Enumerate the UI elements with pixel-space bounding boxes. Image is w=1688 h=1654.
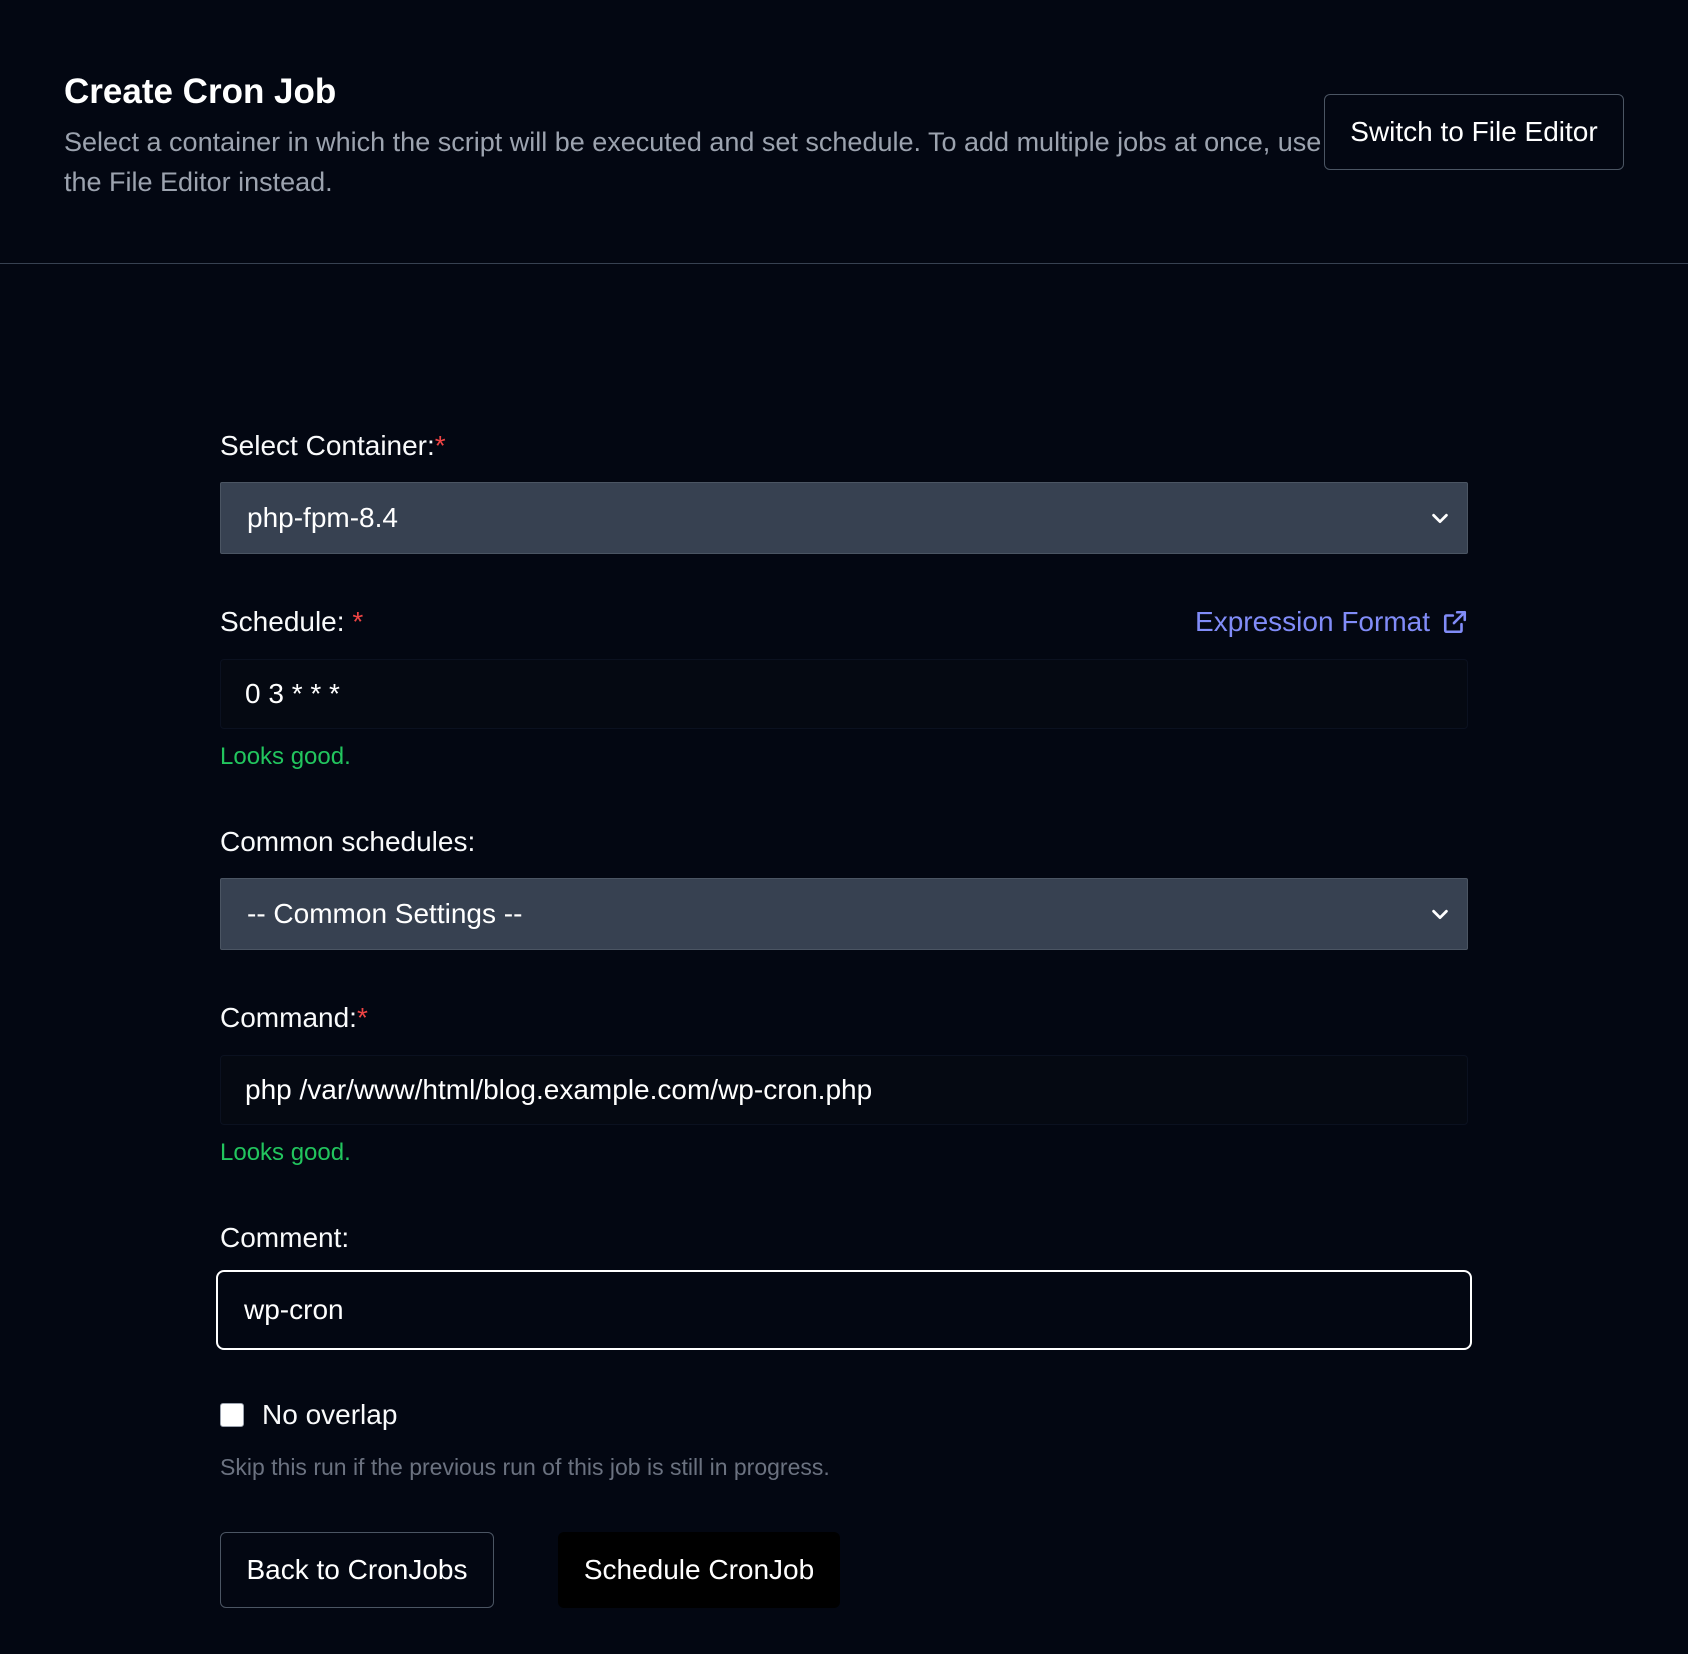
required-mark: *	[434, 430, 446, 461]
comment-input[interactable]: wp-cron	[216, 1270, 1472, 1350]
chevron-down-icon	[1432, 909, 1448, 920]
comment-input-value: wp-cron	[244, 1294, 344, 1325]
container-label: Select Container:*	[220, 429, 446, 463]
command-input-value: php /var/www/html/blog.example.com/wp-cr…	[245, 1074, 873, 1105]
schedule-label: Schedule: *	[220, 605, 363, 639]
command-label-text: Command:	[220, 1002, 357, 1033]
no-overlap-hint: Skip this run if the previous run of thi…	[220, 1454, 830, 1480]
switch-to-file-editor-button[interactable]: Switch to File Editor	[1324, 94, 1624, 170]
no-overlap-checkbox[interactable]	[220, 1403, 244, 1427]
page-header: Create Cron Job Select a container in wh…	[0, 0, 1688, 264]
no-overlap-row: No overlap	[220, 1398, 397, 1432]
container-selected-value: php-fpm-8.4	[247, 502, 398, 533]
command-label: Command:*	[220, 1001, 368, 1035]
command-valid-feedback: Looks good.	[220, 1139, 351, 1166]
required-mark: *	[356, 1002, 368, 1033]
required-mark: *	[352, 606, 364, 637]
page-description: Select a container in which the script w…	[64, 127, 1322, 197]
common-schedules-label: Common schedules:	[220, 826, 476, 857]
chevron-down-icon	[1432, 513, 1448, 524]
container-label-text: Select Container:	[220, 430, 435, 461]
common-schedules-selected-value: -- Common Settings --	[247, 898, 523, 929]
external-link-icon	[1443, 610, 1467, 634]
schedule-input-value: 0 3 * * *	[245, 678, 340, 709]
page-title: Create Cron Job	[64, 72, 337, 111]
schedule-label-text: Schedule:	[220, 606, 345, 637]
common-schedules-select[interactable]: -- Common Settings --	[220, 878, 1468, 950]
no-overlap-label[interactable]: No overlap	[262, 1398, 397, 1432]
container-select[interactable]: php-fpm-8.4	[220, 482, 1468, 554]
schedule-cronjob-button[interactable]: Schedule CronJob	[558, 1532, 840, 1608]
expression-format-link-text: Expression Format	[1195, 606, 1430, 637]
schedule-valid-feedback: Looks good.	[220, 743, 351, 770]
command-input[interactable]: php /var/www/html/blog.example.com/wp-cr…	[220, 1055, 1468, 1125]
comment-label: Comment:	[220, 1222, 350, 1253]
schedule-input[interactable]: 0 3 * * *	[220, 659, 1468, 729]
expression-format-link[interactable]: Expression Format	[1195, 605, 1468, 639]
back-to-cronjobs-button[interactable]: Back to CronJobs	[220, 1532, 494, 1608]
